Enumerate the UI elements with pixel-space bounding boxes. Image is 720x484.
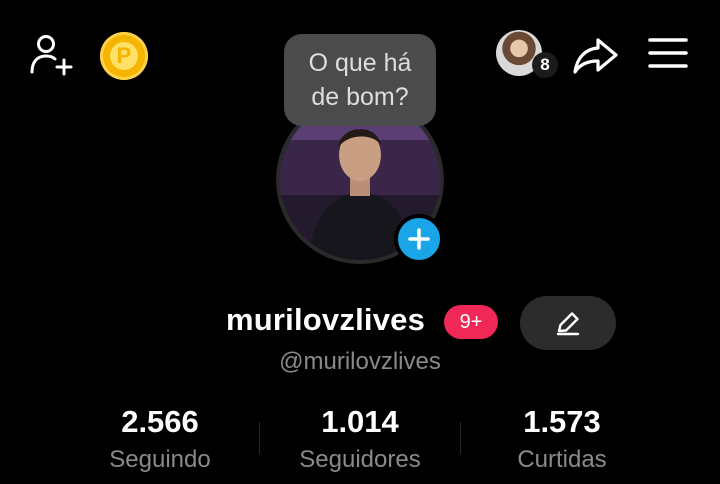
bubble-line-2: de bom? (311, 83, 409, 111)
share-icon (573, 38, 618, 74)
stat-likes[interactable]: 1.573 Curtidas (462, 404, 662, 474)
stat-label: Seguidores (299, 446, 421, 473)
friends-avatars-button[interactable]: 8 (496, 30, 562, 80)
profile-username: murilovzlives (226, 302, 426, 337)
share-profile-button[interactable] (572, 34, 620, 78)
stat-following[interactable]: 2.566 Seguindo (60, 404, 260, 474)
stat-value: 1.014 (321, 404, 399, 439)
hamburger-menu-icon (648, 38, 688, 68)
stat-label: Curtidas (517, 446, 607, 473)
edit-profile-button[interactable] (520, 296, 616, 350)
whats-new-bubble[interactable]: O que há de bom? (284, 34, 436, 126)
add-friend-button[interactable] (28, 32, 76, 80)
pencil-icon (556, 312, 580, 336)
coins-button[interactable]: P (100, 32, 148, 80)
friends-count-badge: 8 (532, 52, 558, 78)
stat-value: 2.566 (121, 404, 199, 439)
person-add-icon (30, 35, 73, 76)
menu-button[interactable] (648, 36, 688, 70)
stat-label: Seguindo (109, 446, 211, 473)
profile-handle: @murilovzlives (279, 348, 441, 375)
coin-icon: P (110, 42, 138, 70)
stat-divider (460, 422, 461, 454)
notification-badge[interactable]: 9+ (444, 305, 498, 339)
stat-value: 1.573 (523, 404, 601, 439)
bubble-line-1: O que há (308, 49, 412, 77)
stat-followers[interactable]: 1.014 Seguidores (260, 404, 460, 474)
plus-icon (408, 228, 430, 250)
add-story-button[interactable] (394, 214, 444, 264)
